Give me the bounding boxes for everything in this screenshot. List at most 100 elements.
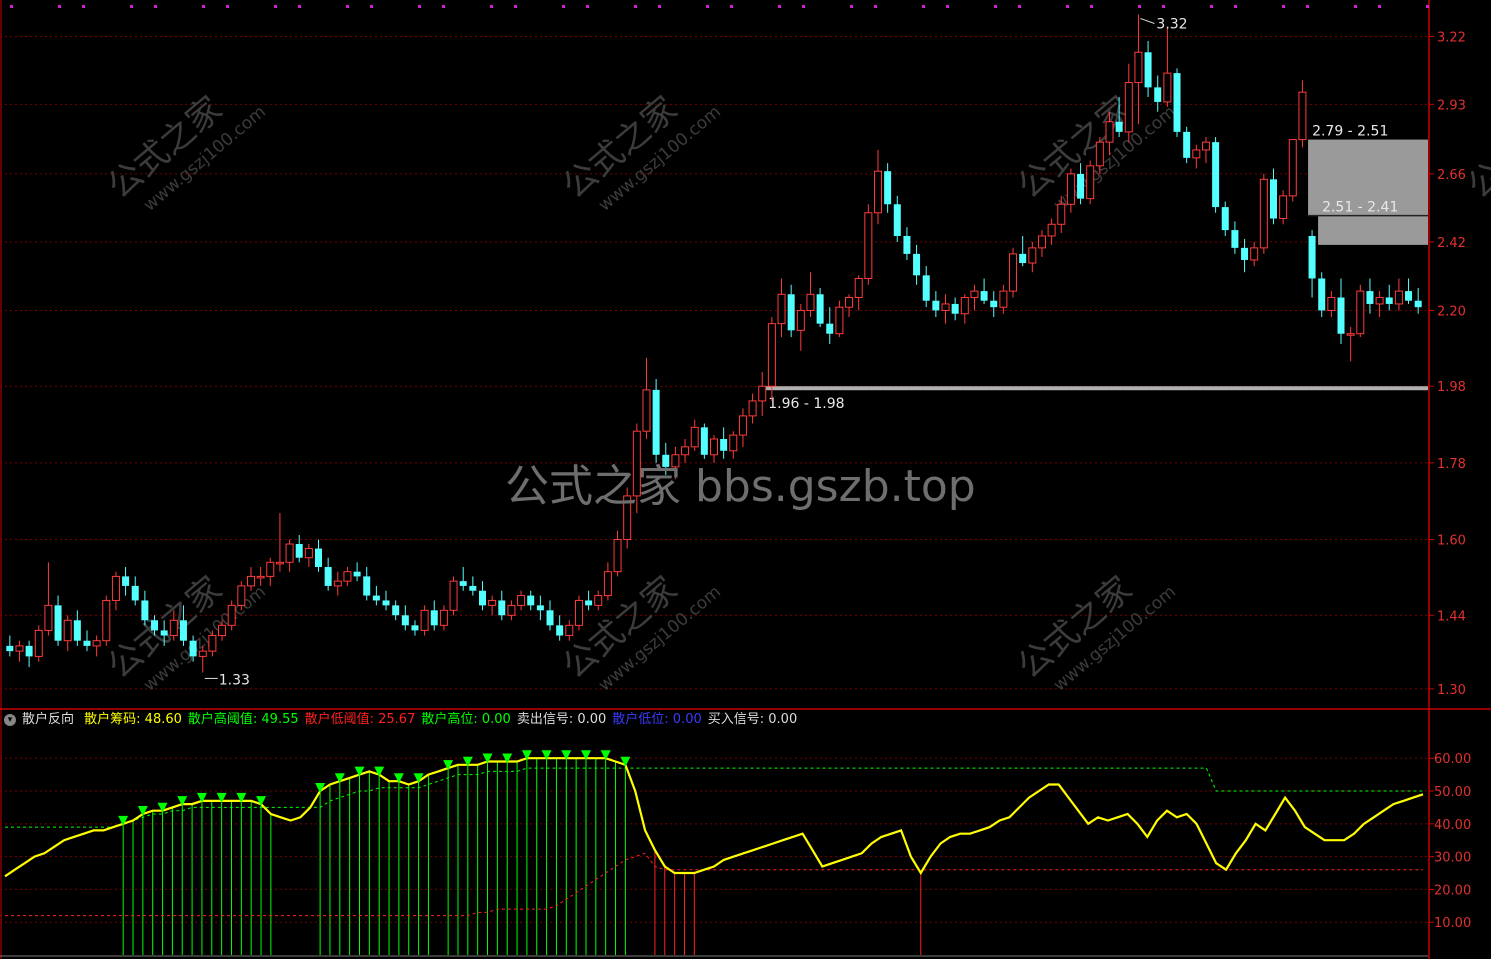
candle-body xyxy=(546,610,554,626)
low-threshold-line xyxy=(5,852,1423,917)
top-marker xyxy=(82,5,85,8)
top-marker xyxy=(1378,5,1381,8)
candle-body xyxy=(922,275,930,301)
stock-chart: 3.222.932.662.422.201.981.781.601.441.30… xyxy=(0,0,1491,959)
top-marker xyxy=(274,5,277,8)
price-tick-label: 1.98 xyxy=(1437,380,1466,395)
candle-body xyxy=(179,620,187,641)
candle-body xyxy=(835,306,844,335)
candle-body xyxy=(652,389,660,455)
candle-body xyxy=(469,585,477,591)
candle-body xyxy=(777,293,786,325)
candle-body xyxy=(574,599,583,626)
candle-body xyxy=(1308,235,1316,279)
candle-body xyxy=(1288,139,1297,197)
top-marker xyxy=(1090,5,1093,8)
candle-body xyxy=(787,294,795,331)
candle-body xyxy=(700,427,708,455)
candle-body xyxy=(343,571,352,582)
price-tick-label: 2.93 xyxy=(1437,98,1466,113)
candle-body xyxy=(1337,297,1345,334)
support-zone-line xyxy=(764,386,1428,391)
top-marker xyxy=(562,5,565,8)
candle-body xyxy=(266,561,275,577)
indicator-tick-label: 50.00 xyxy=(1434,785,1471,800)
candle-body xyxy=(990,300,998,308)
candle-body xyxy=(1231,230,1239,248)
candle-body xyxy=(903,235,911,254)
candle-body xyxy=(34,629,43,657)
candle-body xyxy=(681,446,690,456)
high-price-label: 3.32 xyxy=(1156,16,1187,32)
price-tick-label: 2.42 xyxy=(1437,236,1466,251)
candle-body xyxy=(92,640,101,647)
candle-body xyxy=(15,645,24,652)
candle-body xyxy=(1009,253,1018,292)
candle-body xyxy=(1375,296,1384,305)
candle-body xyxy=(623,495,632,541)
candle-body xyxy=(1183,131,1191,158)
top-marker xyxy=(1210,5,1213,8)
top-marker xyxy=(922,5,925,8)
candle-body xyxy=(999,290,1008,308)
candle-body xyxy=(594,595,603,606)
top-marker xyxy=(1018,5,1021,8)
candle-body xyxy=(285,543,294,563)
top-marker xyxy=(1426,5,1429,8)
indicator-menu-icon[interactable]: ▾ xyxy=(4,713,16,726)
candle-body xyxy=(1250,247,1259,261)
legend-item: 散户低阈值: 25.67 xyxy=(304,712,416,727)
candle-body xyxy=(392,605,400,616)
candle-body xyxy=(941,303,950,311)
candle-body xyxy=(1221,207,1229,231)
price-tick-label: 1.44 xyxy=(1437,609,1466,624)
candle-body xyxy=(980,291,988,301)
price-tick-label: 2.20 xyxy=(1437,304,1466,319)
top-marker xyxy=(10,5,13,8)
candle-body xyxy=(845,296,854,308)
candle-body xyxy=(536,605,544,611)
zone-label: 2.79 - 2.51 xyxy=(1312,124,1388,140)
candle-body xyxy=(527,595,535,606)
legend-item: 散户高位: 0.00 xyxy=(421,712,511,727)
candle-body xyxy=(662,454,670,467)
top-marker xyxy=(658,5,661,8)
candle-body xyxy=(767,323,776,387)
candle-body xyxy=(796,309,805,331)
candle-body xyxy=(1047,223,1056,237)
candle-body xyxy=(25,645,33,657)
candle-body xyxy=(1241,247,1249,260)
indicator-tick-label: 20.00 xyxy=(1434,883,1471,898)
candle-body xyxy=(806,293,815,311)
candle-body xyxy=(1192,149,1201,159)
price-tick-label: 1.78 xyxy=(1437,457,1466,472)
candle-body xyxy=(304,548,313,559)
candle-body xyxy=(970,290,979,298)
tile-watermark: 公式之家www.gszj100.com xyxy=(100,89,270,216)
top-marker xyxy=(634,5,637,8)
legend-item: 散户高阈值: 49.55 xyxy=(187,712,299,727)
candle-body xyxy=(1346,333,1355,336)
top-marker xyxy=(298,5,301,8)
price-tick-label: 3.22 xyxy=(1437,30,1466,45)
retail-chips-line xyxy=(4,757,1424,878)
candle-body xyxy=(1259,178,1268,249)
candle-body xyxy=(1154,87,1162,102)
zone-label: 1.96 - 1.98 xyxy=(768,396,844,412)
candle-body xyxy=(854,277,863,298)
top-marker xyxy=(418,5,421,8)
top-marker xyxy=(586,5,589,8)
candle-body xyxy=(372,595,380,601)
supply-zone-lower xyxy=(1318,215,1428,245)
candle-body xyxy=(382,600,390,606)
legend-item: 散户低位: 0.00 xyxy=(612,712,702,727)
candle-body xyxy=(632,430,641,497)
candle-body xyxy=(1385,297,1393,304)
candle-body xyxy=(151,620,159,631)
candle-body xyxy=(565,624,574,637)
candle-body xyxy=(122,576,130,586)
candle-body xyxy=(363,576,371,596)
candle-body xyxy=(603,571,612,597)
candle-body xyxy=(748,400,757,417)
candle-body xyxy=(1201,141,1210,151)
